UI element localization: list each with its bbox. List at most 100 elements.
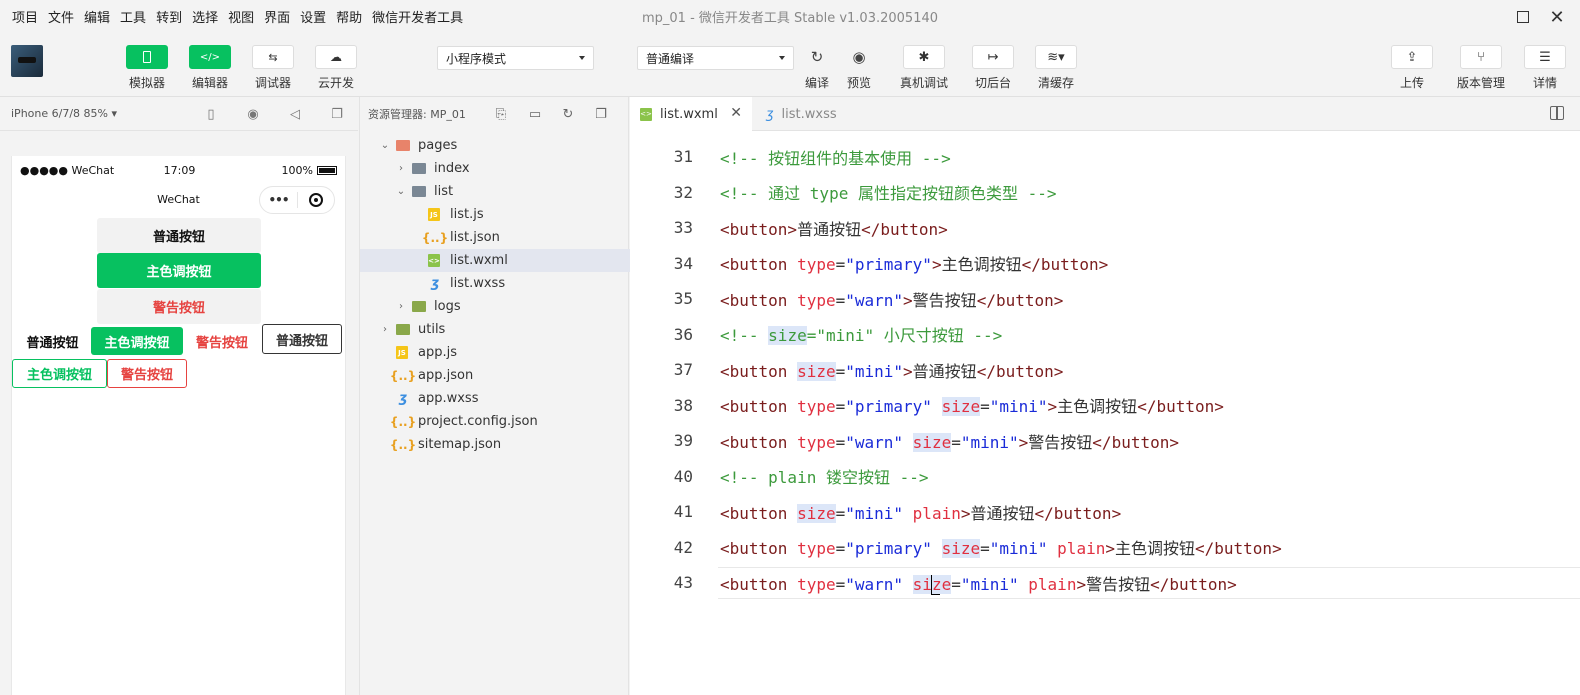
tree-item-app-wxss[interactable]: ʒ app.wxss xyxy=(360,387,630,410)
code-lines[interactable]: 31 <!-- 按钮组件的基本使用 --> 32 <!-- 通过 type 属性指定按… xyxy=(630,139,1580,601)
tree-item-index[interactable]: › index xyxy=(360,157,630,180)
simulator-toggle[interactable]: 模拟器 xyxy=(126,45,168,91)
tree-item-list-json[interactable]: {..} list.json xyxy=(360,226,630,249)
menu-tools[interactable]: 工具 xyxy=(120,7,146,26)
menu-devtools[interactable]: 微信开发者工具 xyxy=(372,7,463,26)
code-token: size xyxy=(941,397,981,417)
mode-select[interactable]: 小程序模式 xyxy=(437,46,594,70)
mini-primary-button[interactable]: 主色调按钮 xyxy=(91,327,183,355)
code-line[interactable]: 36 <!-- size="mini" 小尺寸按钮 --> xyxy=(630,317,1580,353)
code-line[interactable]: 40 <!-- plain 镂空按钮 --> xyxy=(630,459,1580,495)
upload-button[interactable]: ⇪ 上传 xyxy=(1391,45,1433,91)
chevron-right-icon[interactable]: › xyxy=(380,324,390,335)
primary-button[interactable]: 主色调按钮 xyxy=(97,253,261,288)
close-window-button[interactable]: ✕ xyxy=(1547,7,1567,28)
menu-goto[interactable]: 转到 xyxy=(156,7,182,26)
new-file-icon[interactable]: ⎘ xyxy=(493,106,509,122)
tree-item-utils[interactable]: › utils xyxy=(360,318,630,341)
tree-item-list-wxml[interactable]: <> list.wxml xyxy=(360,249,630,272)
volume-icon[interactable]: ◁ xyxy=(287,106,303,122)
window-icon[interactable]: ❐ xyxy=(329,106,345,122)
warn-button[interactable]: 警告按钮 xyxy=(97,289,261,324)
eye-icon: ◉ xyxy=(852,48,866,66)
debugger-toggle[interactable]: ⇆ 调试器 xyxy=(252,45,294,91)
close-capsule-button[interactable] xyxy=(298,193,334,207)
version-button[interactable]: ⑂ 版本管理 xyxy=(1457,45,1505,91)
debug-icon: ⇆ xyxy=(252,45,294,69)
tree-item-list-wxss[interactable]: ʒ list.wxss xyxy=(360,272,630,295)
explorer-header: 资源管理器: MP_01 ⎘ ▭ ↻ ❐ xyxy=(360,97,630,131)
chevron-right-icon[interactable]: › xyxy=(396,301,406,312)
chevron-down-icon[interactable]: ⌄ xyxy=(396,186,406,197)
code-line[interactable]: 31 <!-- 按钮组件的基本使用 --> xyxy=(630,139,1580,175)
menu-interface[interactable]: 界面 xyxy=(264,7,290,26)
code-line[interactable]: 39 <button type="warn" size="mini">警告按钮</… xyxy=(630,423,1580,459)
tree-item-project-config-json[interactable]: {..} project.config.json xyxy=(360,410,630,433)
mini-plain-primary-button[interactable]: 主色调按钮 xyxy=(12,359,107,388)
chevron-down-icon[interactable]: ⌄ xyxy=(380,140,390,151)
folder-icon xyxy=(412,163,426,174)
line-number: 38 xyxy=(673,395,693,415)
maximize-button[interactable] xyxy=(1513,7,1533,27)
avatar[interactable] xyxy=(11,45,43,77)
clear-cache-button[interactable]: ≋▾ 清缓存 xyxy=(1035,45,1077,91)
tree-item-list-js[interactable]: JS list.js xyxy=(360,203,630,226)
compile-button[interactable]: ↻ 编译 xyxy=(798,45,836,91)
menu-project[interactable]: 项目 xyxy=(12,7,38,26)
code-line[interactable]: 33 <button>普通按钮</button> xyxy=(630,210,1580,246)
code-line[interactable]: 42 <button type="primary" size="mini" pla… xyxy=(630,530,1580,566)
menu-view[interactable]: 视图 xyxy=(228,7,254,26)
code-token: <button xyxy=(720,290,798,310)
code-line[interactable]: 32 <!-- 通过 type 属性指定按钮颜色类型 --> xyxy=(630,175,1580,211)
code-line[interactable]: 37 <button size="mini">普通按钮</button> xyxy=(630,352,1580,388)
code-line[interactable]: 41 <button size="mini" plain>普通按钮</button… xyxy=(630,494,1580,530)
device-select[interactable]: iPhone 6/7/8 85% ▾ xyxy=(11,107,117,120)
target-icon xyxy=(308,193,323,207)
menu-help[interactable]: 帮助 xyxy=(336,7,362,26)
tab-list-wxss[interactable]: ʒ list.wxss xyxy=(756,97,878,131)
tree-item-app-json[interactable]: {..} app.json xyxy=(360,364,630,387)
code-token: type xyxy=(797,432,836,452)
mobile-icon[interactable]: ▯ xyxy=(203,106,219,122)
chevron-right-icon[interactable]: › xyxy=(396,163,406,174)
new-folder-icon[interactable]: ▭ xyxy=(527,106,543,122)
collapse-icon[interactable]: ❐ xyxy=(593,106,609,122)
code-token: size xyxy=(941,539,981,559)
tree-item-sitemap-json[interactable]: {..} sitemap.json xyxy=(360,433,630,456)
code-line[interactable]: 38 <button type="primary" size="mini">主色调… xyxy=(630,388,1580,424)
default-button[interactable]: 普通按钮 xyxy=(97,218,261,253)
compile-select[interactable]: 普通编译 xyxy=(637,46,794,70)
tab-list-wxml[interactable]: <> list.wxml ✕ xyxy=(630,97,752,131)
tree-item-label: list.wxss xyxy=(450,276,506,291)
preview-button[interactable]: ◉ 预览 xyxy=(840,45,878,91)
code-line[interactable]: 43 <button type="warn" size="mini" plain>… xyxy=(630,565,1580,601)
code-token: <button> xyxy=(720,219,798,239)
details-button[interactable]: ☰ 详情 xyxy=(1524,45,1566,91)
code-line[interactable]: 34 <button type="primary">主色调按钮</button> xyxy=(630,246,1580,282)
menu-select[interactable]: 选择 xyxy=(192,7,218,26)
record-icon[interactable]: ◉ xyxy=(245,106,261,122)
mini-default-button[interactable]: 普通按钮 xyxy=(15,327,90,355)
menu-file[interactable]: 文件 xyxy=(48,7,74,26)
menu-edit[interactable]: 编辑 xyxy=(84,7,110,26)
tree-item-list[interactable]: ⌄ list xyxy=(360,180,630,203)
menu-settings[interactable]: 设置 xyxy=(300,7,326,26)
mini-plain-default-button[interactable]: 普通按钮 xyxy=(262,324,342,354)
editor-toggle[interactable]: </> 编辑器 xyxy=(189,45,231,91)
tree-item-app-js[interactable]: JS app.js xyxy=(360,341,630,364)
mini-warn-button[interactable]: 警告按钮 xyxy=(184,327,260,355)
more-icon[interactable]: ••• xyxy=(260,193,297,207)
refresh-icon[interactable]: ↻ xyxy=(560,106,576,122)
background-button[interactable]: ↦ 切后台 xyxy=(972,45,1014,91)
debugger-label: 调试器 xyxy=(254,76,291,90)
code-line[interactable]: 35 <button type="warn">警告按钮</button> xyxy=(630,281,1580,317)
close-icon[interactable]: ✕ xyxy=(730,105,742,121)
tree-item-pages[interactable]: ⌄ pages xyxy=(360,134,630,157)
code-token: = xyxy=(835,539,846,559)
code-token: </button> xyxy=(861,219,948,239)
device-debug-button[interactable]: ✱ 真机调试 xyxy=(900,45,948,91)
tree-item-logs[interactable]: › logs xyxy=(360,295,630,318)
split-editor-icon[interactable] xyxy=(1550,106,1564,120)
cloud-button[interactable]: ☁ 云开发 xyxy=(315,45,357,91)
mini-plain-warn-button[interactable]: 警告按钮 xyxy=(107,359,187,388)
